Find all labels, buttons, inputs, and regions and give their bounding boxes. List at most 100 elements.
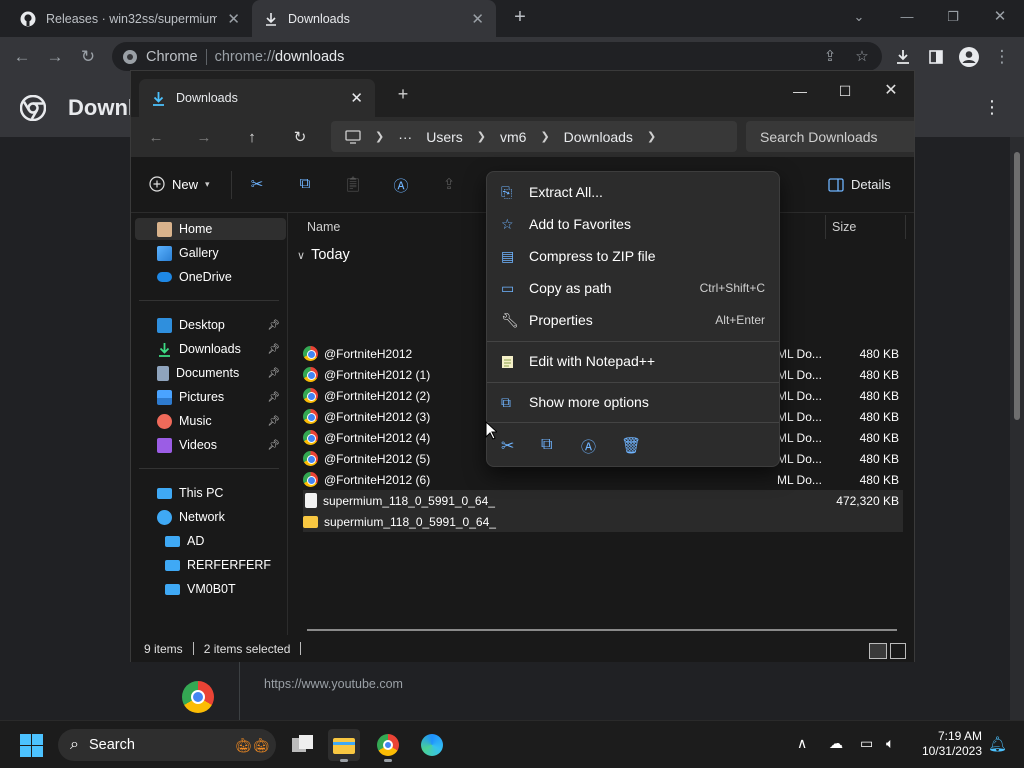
menu-item-extract-all[interactable]: ⎘ Extract All... [491,177,777,207]
new-tab-button[interactable]: + [391,84,415,108]
new-button[interactable]: New ▾ [149,176,210,192]
pin-icon[interactable]: 📌︎ [267,344,280,355]
chevron-right-icon[interactable]: ❯ [477,130,486,143]
paste-icon[interactable]: 📋︎ [343,175,363,197]
notification-bell-icon[interactable]: 🔔︎ [988,735,1007,753]
explorer-tab-downloads[interactable]: Downloads ✕ [139,79,375,117]
tiles-view-icon[interactable] [890,643,906,659]
copy-icon[interactable]: ⧉ [541,436,555,457]
file-row-selected[interactable]: supermium_118_0_5991_0_64_ [303,511,903,532]
close-icon[interactable]: ✕ [876,79,906,103]
pin-icon[interactable]: 📌︎ [267,416,280,427]
file-row-selected[interactable]: supermium_118_0_5991_0_64_ 472,320 KB [303,490,903,511]
rename-icon[interactable]: Ⓐ [391,175,411,197]
delete-icon[interactable]: 🗑︎ [621,436,641,457]
sidebar-item-home[interactable]: Home [135,218,286,240]
pin-icon[interactable]: 📌︎ [267,368,280,379]
menu-item-add-to-favorites[interactable]: ☆ Add to Favorites [491,209,777,239]
menu-item-compress-zip[interactable]: ▤ Compress to ZIP file [491,241,777,271]
browser-tab-downloads[interactable]: Downloads ✕ [252,0,496,37]
column-header-size[interactable]: Size [832,220,856,234]
breadcrumb-more[interactable]: ··· [398,129,412,145]
new-tab-button[interactable]: + [508,6,532,30]
sidebar-item-vm0b0t[interactable]: VM0B0T [135,578,286,600]
chevron-up-icon[interactable]: ∧ [797,735,807,752]
close-tab-icon[interactable]: ✕ [350,89,363,107]
file-row[interactable]: @FortniteH2012 (6) ML Do... 480 KB [303,469,903,490]
sidebar-item-this-pc[interactable]: This PC [135,482,286,504]
download-icon[interactable] [891,45,915,69]
pin-icon[interactable]: 📌︎ [267,320,280,331]
sidebar-item-rerferferf[interactable]: RERFERFERF [135,554,286,576]
restore-icon[interactable]: ❐ [940,6,966,28]
share-icon[interactable]: ⇪ [439,175,459,197]
details-button[interactable]: Details [828,177,891,192]
menu-item-show-more-options[interactable]: ⧉ Show more options [491,387,777,417]
chevron-right-icon[interactable]: ❯ [647,130,656,143]
breadcrumb-downloads[interactable]: Downloads [564,129,633,145]
refresh-icon[interactable]: ↻ [287,125,313,151]
bookmark-star-icon[interactable]: ☆ [850,45,874,69]
scrollbar-thumb[interactable] [1014,152,1020,420]
volume-muted-icon[interactable]: 🔈︎ [886,735,894,752]
profile-icon[interactable] [957,45,981,69]
download-source-url[interactable]: https://www.youtube.com [264,677,403,691]
sidebar-item-network[interactable]: Network [135,506,286,528]
file-explorer-taskbar-icon[interactable] [328,729,360,762]
sidebar-item-music[interactable]: Music 📌︎ [135,410,286,432]
horizontal-scrollbar[interactable] [307,629,897,631]
chevron-right-icon[interactable]: ❯ [540,130,549,143]
menu-item-copy-as-path[interactable]: ▭ Copy as path Ctrl+Shift+C [491,273,777,303]
system-clock[interactable]: 7:19 AM 10/31/2023 [908,729,982,759]
tab-search-icon[interactable]: ⌄ [846,6,872,28]
sidebar-item-pictures[interactable]: Pictures 📌︎ [135,386,286,408]
breadcrumb-users[interactable]: Users [426,129,463,145]
minimize-icon[interactable]: — [894,6,920,28]
side-panel-icon[interactable] [924,45,948,69]
close-icon[interactable]: ✕ [987,6,1013,28]
copy-icon[interactable]: ⧉ [295,175,315,197]
close-tab-icon[interactable]: ✕ [227,10,240,28]
sidebar-item-ad[interactable]: AD [135,530,286,552]
taskbar-search[interactable]: ⌕ Search 🎃︎🎃︎ [58,729,276,761]
pin-icon[interactable]: 📌︎ [267,392,280,403]
details-view-icon[interactable] [869,643,887,659]
maximize-icon[interactable]: ☐ [830,79,860,103]
up-icon[interactable]: ↑ [239,125,265,151]
menu-item-edit-notepadpp[interactable]: Edit with Notepad++ [491,346,777,376]
sidebar-item-onedrive[interactable]: OneDrive [135,266,286,288]
close-tab-icon[interactable]: ✕ [471,10,484,28]
task-view-icon[interactable] [287,729,319,761]
forward-icon[interactable]: → [191,125,217,151]
network-status-icon[interactable]: ▭ [860,735,873,752]
group-header-today[interactable]: ∨ Today [297,247,350,263]
sidebar-item-videos[interactable]: Videos 📌︎ [135,434,286,456]
chrome-taskbar-icon[interactable] [372,729,404,762]
onedrive-cloud-icon[interactable]: ☁ [829,735,843,752]
rename-icon[interactable]: Ⓐ [581,436,596,457]
reload-icon[interactable]: ↻ [76,45,100,69]
chevron-right-icon[interactable]: ❯ [375,130,384,143]
breadcrumb[interactable]: ❯ ··· Users ❯ vm6 ❯ Downloads ❯ [331,121,737,152]
back-icon[interactable]: ← [143,125,169,151]
sidebar-item-gallery[interactable]: Gallery [135,242,286,264]
cut-icon[interactable]: ✂ [501,436,515,457]
menu-item-properties[interactable]: 🔧︎ Properties Alt+Enter [491,305,777,335]
sidebar-item-downloads[interactable]: Downloads 📌︎ [135,338,286,360]
search-input[interactable]: Search Downloads [746,121,914,152]
breadcrumb-vm6[interactable]: vm6 [500,129,526,145]
windows-start-icon[interactable] [20,734,43,757]
forward-icon[interactable]: → [43,45,67,69]
browser-tab-github[interactable]: Releases · win32ss/supermium · GitHub ✕ [8,0,252,37]
minimize-icon[interactable]: — [785,79,815,103]
edge-taskbar-icon[interactable] [416,729,448,761]
address-bar[interactable]: Chrome chrome://downloads [112,42,882,71]
sidebar-item-desktop[interactable]: Desktop 📌︎ [135,314,286,336]
pin-icon[interactable]: 📌︎ [267,440,280,451]
downloads-menu-icon[interactable]: ⋮ [983,97,1001,118]
share-icon[interactable]: ⇪ [818,45,842,69]
column-header-name[interactable]: Name [307,220,340,234]
sidebar-item-documents[interactable]: Documents 📌︎ [135,362,286,384]
back-icon[interactable]: ← [10,45,34,69]
chrome-menu-icon[interactable]: ⋮ [990,45,1014,69]
